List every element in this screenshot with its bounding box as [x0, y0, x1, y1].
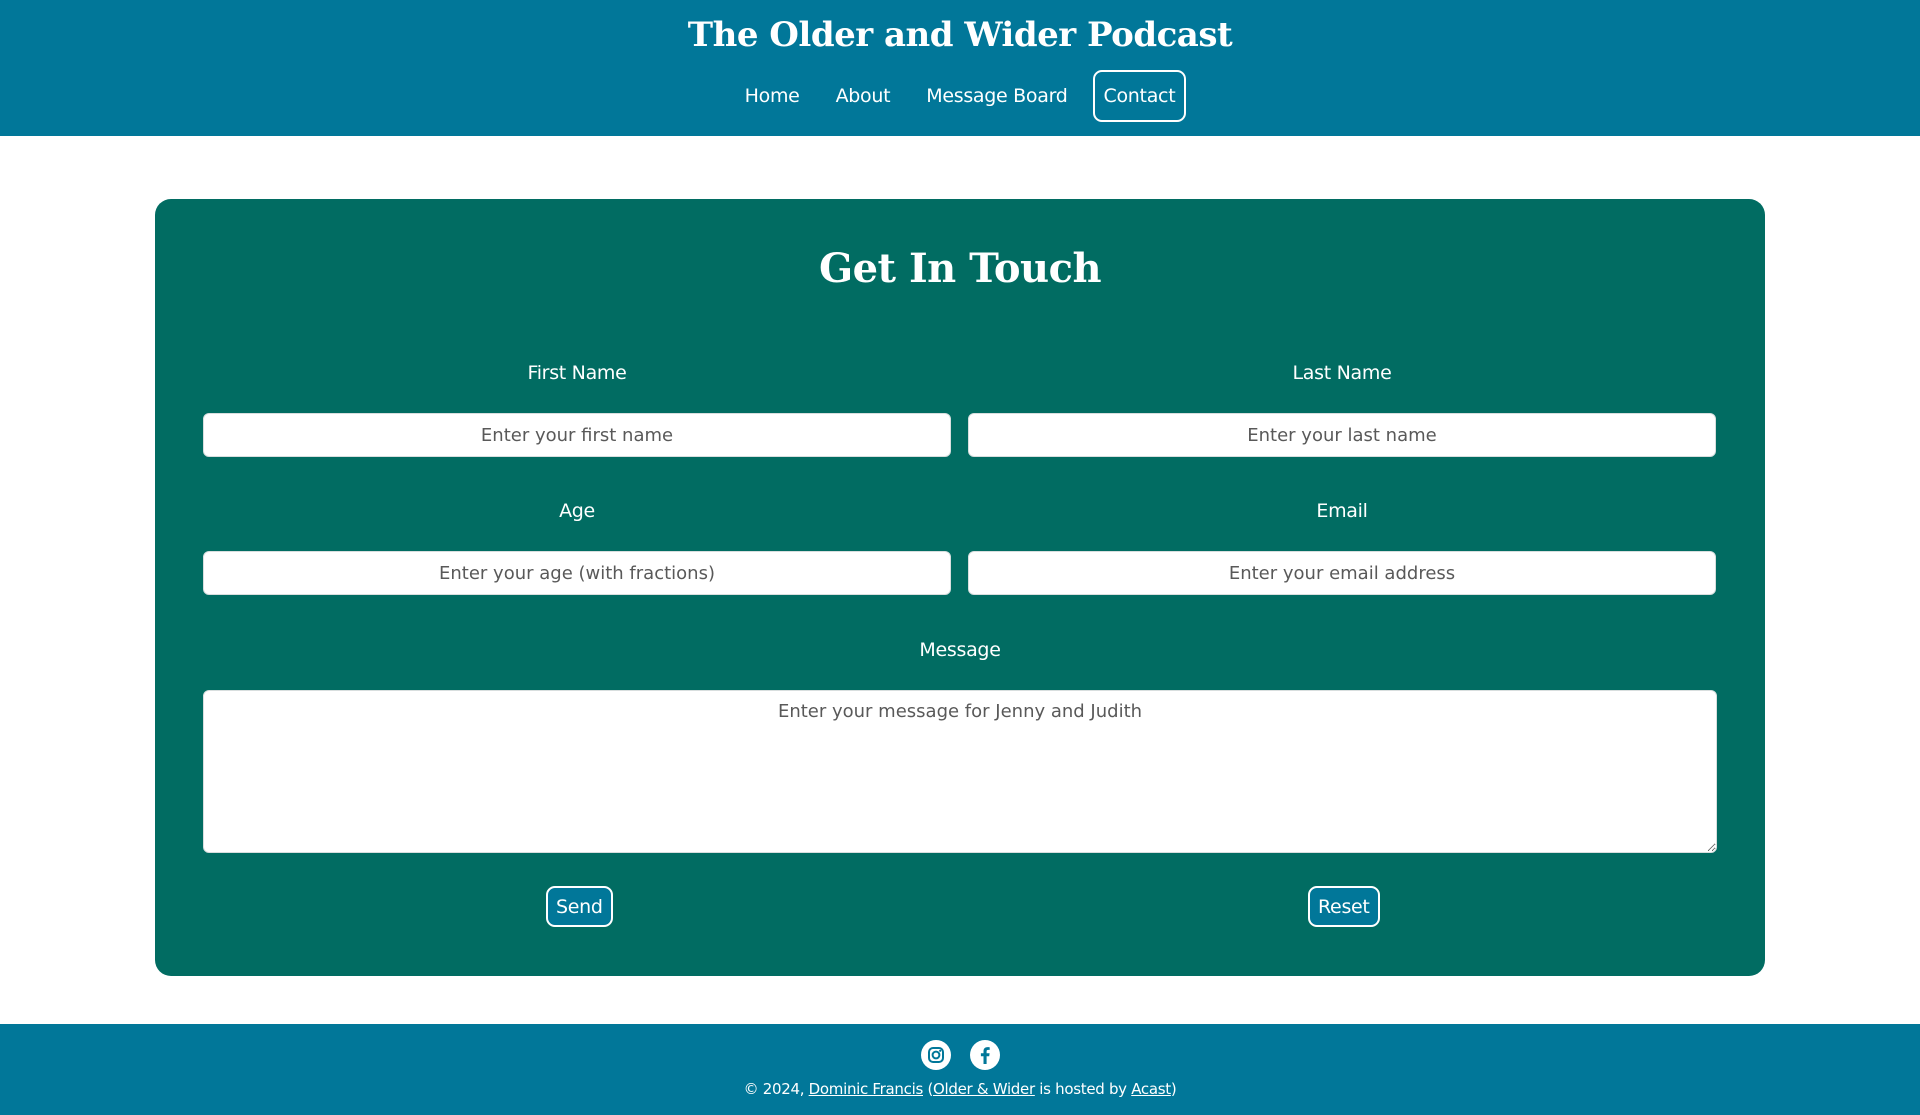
author-link[interactable]: Dominic Francis — [809, 1080, 924, 1098]
nav-message-board[interactable]: Message Board — [915, 70, 1078, 122]
podcast-link[interactable]: Older & Wider — [933, 1080, 1035, 1098]
send-button[interactable]: Send — [546, 886, 613, 927]
age-input[interactable] — [203, 551, 951, 595]
site-header: The Older and Wider Podcast Home About M… — [0, 0, 1920, 136]
copyright-prefix: © 2024, — [743, 1080, 809, 1098]
site-footer: © 2024, Dominic Francis (Older & Wider i… — [0, 1024, 1920, 1115]
message-textarea[interactable] — [203, 690, 1717, 853]
email-input[interactable] — [968, 551, 1716, 595]
nav-home[interactable]: Home — [734, 70, 811, 122]
last-name-label: Last Name — [1292, 362, 1392, 384]
age-label: Age — [559, 500, 595, 522]
open-paren: ( — [922, 1080, 934, 1098]
reset-button[interactable]: Reset — [1308, 886, 1380, 927]
first-name-input[interactable] — [203, 413, 951, 457]
copyright-text: © 2024, Dominic Francis (Older & Wider i… — [0, 1078, 1920, 1100]
email-label: Email — [1316, 500, 1368, 522]
site-title: The Older and Wider Podcast — [687, 15, 1233, 55]
host-link[interactable]: Acast — [1131, 1080, 1171, 1098]
nav-about[interactable]: About — [825, 70, 902, 122]
social-links — [0, 1040, 1920, 1070]
hosted-text: is hosted by — [1034, 1080, 1132, 1098]
close-paren: ) — [1170, 1080, 1177, 1098]
main-nav: Home About Message Board Contact — [0, 70, 1920, 122]
first-name-label: First Name — [527, 362, 627, 384]
facebook-icon[interactable] — [969, 1040, 1000, 1070]
last-name-input[interactable] — [968, 413, 1716, 457]
nav-contact[interactable]: Contact — [1092, 70, 1187, 122]
form-title: Get In Touch — [818, 245, 1102, 292]
instagram-icon[interactable] — [920, 1040, 951, 1070]
message-label: Message — [919, 639, 1001, 661]
